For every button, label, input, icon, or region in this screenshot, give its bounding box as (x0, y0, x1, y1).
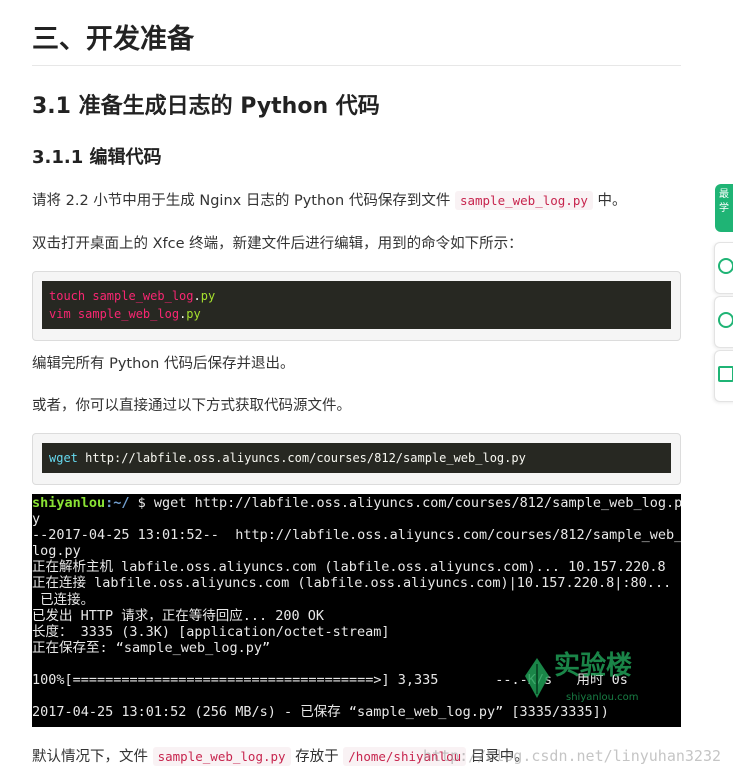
blog-watermark: http://blog.csdn.net/linyuhan3232 (422, 747, 721, 765)
terminal-screenshot: shiyanlou:~/ $ wget http://labfile.oss.a… (32, 494, 681, 727)
terminal-line: 正在连接 labfile.oss.aliyuncs.com (labfile.o… (32, 575, 672, 592)
inline-code-filename: sample_web_log.py (152, 747, 291, 766)
paragraph-text: 默认情况下，文件 (32, 749, 153, 765)
leaf-logo-icon (525, 658, 549, 698)
chat-icon (718, 258, 733, 274)
subsubsection-heading: 3.1.1 编辑代码 (32, 147, 162, 168)
paragraph-open-terminal: 双击打开桌面上的 Xfce 终端，新建文件后进行编辑，用到的命令如下所示： (32, 236, 523, 252)
paragraph-text: 存放于 (290, 749, 344, 765)
code-line: touch sample_web_log.py (49, 287, 664, 305)
code-line: vim sample_web_log.py (49, 305, 664, 323)
paragraph-text: 请将 2.2 小节中用于生成 Nginx 日志的 Python 代码保存到文件 (32, 193, 455, 209)
code-block-wget: wget http://labfile.oss.aliyuncs.com/cou… (32, 433, 681, 485)
subsection-heading: 3.1 准备生成日志的 Python 代码 (32, 94, 380, 119)
section-heading: 三、开发准备 (32, 24, 681, 66)
code-args: http://labfile.oss.aliyuncs.com/courses/… (77, 451, 526, 465)
terminal-line: --2017-04-25 13:01:52-- http://labfile.o… (32, 527, 681, 544)
terminal-line: 已连接。 (32, 591, 95, 608)
terminal-prompt-user: shiyanlou (32, 495, 106, 511)
side-chat-button[interactable] (714, 242, 733, 294)
code-block-content: touch sample_web_log.py vim sample_web_l… (42, 281, 671, 329)
watermark-text: 实验楼 (554, 651, 633, 681)
code-dot: . (193, 289, 201, 303)
code-filename: sample_web_log (85, 289, 194, 303)
code-block-edit: touch sample_web_log.py vim sample_web_l… (32, 271, 681, 341)
terminal-prompt-path: :~/ (105, 495, 130, 511)
paragraph-save-exit: 编辑完所有 Python 代码后保存并退出。 (32, 356, 295, 372)
code-command: vim (49, 307, 71, 321)
terminal-prompt-line: shiyanlou:~/ $ wget http://labfile.oss.a… (32, 495, 681, 511)
code-filename: sample_web_log (70, 307, 180, 321)
terminal-line: 长度： 3335 (3.3K) [application/octet-strea… (32, 623, 390, 640)
side-comment-button[interactable] (714, 296, 733, 348)
paragraph-text: 中。 (592, 193, 627, 209)
code-extension: py (186, 307, 201, 321)
terminal-line: 已发出 HTTP 请求，正在等待回应... 200 OK (32, 607, 325, 624)
comment-icon (718, 312, 733, 328)
terminal-line: log.py (32, 543, 81, 560)
code-command: touch (49, 289, 86, 303)
terminal-line: 正在解析主机 labfile.oss.aliyuncs.com (labfile… (32, 559, 666, 576)
code-command: wget (49, 451, 78, 465)
side-panel-tab[interactable]: 最学 (715, 184, 733, 232)
watermark-subtext: shiyanlou.com (566, 692, 639, 703)
paragraph-alternative: 或者，你可以直接通过以下方式获取代码源文件。 (32, 398, 351, 414)
terminal-command: $ wget http://labfile.oss.aliyuncs.com/c… (129, 495, 681, 511)
paragraph-save-file: 请将 2.2 小节中用于生成 Nginx 日志的 Python 代码保存到文件 … (32, 189, 626, 213)
inline-code-filename: sample_web_log.py (454, 191, 593, 210)
side-note-button[interactable] (714, 350, 733, 402)
code-extension: py (200, 289, 216, 303)
code-block-content: wget http://labfile.oss.aliyuncs.com/cou… (42, 443, 671, 473)
shiyanlou-watermark-logo: 实验楼 shiyanlou.com (522, 651, 652, 714)
terminal-line: y (32, 511, 41, 528)
note-icon (718, 366, 733, 382)
